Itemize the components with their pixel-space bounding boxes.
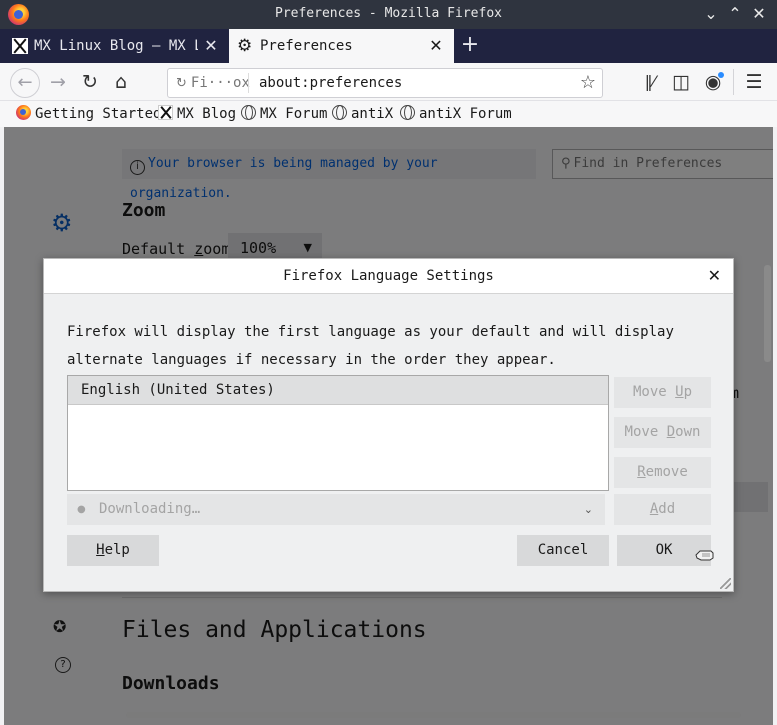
notification-dot xyxy=(718,72,724,78)
back-button[interactable]: ← xyxy=(10,68,40,98)
dialog-close-icon[interactable]: ✕ xyxy=(708,267,721,285)
dialog-titlebar: Firefox Language Settings ✕ xyxy=(44,259,733,294)
navigation-toolbar: ← → ↻ ⌂ ↻ Fi···ox about:preferences ☆ ‖⁄ … xyxy=(0,63,777,101)
window-title: Preferences - Mozilla Firefox xyxy=(275,6,502,21)
move-down-button[interactable]: Move Down xyxy=(614,417,711,448)
dialog-description: Firefox will display the first language … xyxy=(67,324,674,368)
close-tab-icon[interactable]: ✕ xyxy=(427,37,445,55)
bookmarks-bar: Getting Started MX Blog MX Forum antiX a… xyxy=(0,101,777,127)
bookmark-star-icon[interactable]: ☆ xyxy=(580,72,596,93)
dialog-title: Firefox Language Settings xyxy=(283,268,494,284)
tab-label: Preferences xyxy=(260,38,353,54)
bookmark-antix-forum[interactable]: antiX Forum xyxy=(400,105,512,122)
help-button[interactable]: Help xyxy=(67,535,159,566)
ok-label: OK xyxy=(655,542,673,558)
resize-grip[interactable] xyxy=(720,578,731,589)
bookmark-label: MX Blog xyxy=(177,106,237,122)
bookmark-label: MX Forum xyxy=(260,106,328,122)
remove-label: Remove xyxy=(637,464,688,480)
window-titlebar: Preferences - Mozilla Firefox ⌄ ⌃ ✕ xyxy=(0,0,777,29)
globe-icon xyxy=(332,105,347,120)
hand-cursor-icon xyxy=(695,550,714,561)
gear-icon: ⚙ xyxy=(237,36,253,56)
help-label: Help xyxy=(96,542,130,558)
toolbar-separator xyxy=(733,69,734,95)
move-up-label: Move Up xyxy=(632,384,693,400)
move-down-label: Move Down xyxy=(624,424,701,440)
globe-icon xyxy=(241,105,256,120)
close-window-button[interactable]: ✕ xyxy=(749,4,769,24)
globe-icon xyxy=(400,105,415,120)
horizontal-scrollbar[interactable] xyxy=(126,712,741,718)
bookmark-label: Getting Started xyxy=(35,106,162,122)
url-separator xyxy=(248,73,249,93)
identity-label: Fi···ox xyxy=(190,75,250,91)
bookmark-antix[interactable]: antiX xyxy=(332,105,393,122)
language-list[interactable]: English (United States) xyxy=(67,375,609,491)
tab-mx-linux-blog[interactable]: MX Linux Blog – MX Linux ✕ xyxy=(0,29,228,63)
add-label: Add xyxy=(649,501,676,517)
maximize-button[interactable]: ⌃ xyxy=(725,4,745,24)
reload-identity-icon: ↻ xyxy=(176,76,187,91)
tab-strip: MX Linux Blog – MX Linux ✕ ⚙ Preferences… xyxy=(0,29,777,63)
add-button[interactable]: Add xyxy=(614,494,711,525)
close-tab-icon[interactable]: ✕ xyxy=(202,37,220,55)
sidebar-toggle-icon[interactable]: ◫ xyxy=(669,71,693,95)
bullet-icon: ● xyxy=(77,504,86,515)
home-button[interactable]: ⌂ xyxy=(109,71,133,95)
minimize-button[interactable]: ⌄ xyxy=(701,4,721,24)
reload-button[interactable]: ↻ xyxy=(78,71,102,95)
firefox-icon xyxy=(16,105,31,120)
cancel-label: Cancel xyxy=(537,542,589,558)
identity-box[interactable]: ↻ Fi···ox xyxy=(176,75,250,91)
bookmark-mx-forum[interactable]: MX Forum xyxy=(241,105,327,122)
url-text[interactable]: about:preferences xyxy=(259,75,402,91)
move-up-button[interactable]: Move Up xyxy=(614,377,711,408)
language-list-item[interactable]: English (United States) xyxy=(68,376,608,405)
tab-label: MX Linux Blog – MX Linux xyxy=(34,38,198,54)
add-language-select[interactable]: ● Downloading… ⌄ xyxy=(67,494,605,525)
menu-icon[interactable]: ☰ xyxy=(742,71,766,95)
bookmark-label: antiX xyxy=(351,106,394,122)
bookmark-label: antiX Forum xyxy=(419,106,512,122)
url-bar[interactable]: ↻ Fi···ox about:preferences ☆ xyxy=(167,68,603,98)
forward-button[interactable]: → xyxy=(46,71,70,95)
add-language-select-value: Downloading… xyxy=(99,501,201,517)
new-tab-button[interactable]: + xyxy=(458,33,482,57)
remove-button[interactable]: Remove xyxy=(614,457,711,488)
chevron-down-icon: ⌄ xyxy=(583,503,593,516)
mx-logo-icon xyxy=(12,38,28,54)
library-icon[interactable]: ‖⁄ xyxy=(638,71,662,95)
cancel-button[interactable]: Cancel xyxy=(517,535,609,566)
language-settings-dialog: Firefox Language Settings ✕ Firefox will… xyxy=(43,258,734,592)
mx-logo-icon xyxy=(158,105,173,120)
vertical-scrollbar[interactable] xyxy=(764,265,771,362)
tab-preferences[interactable]: ⚙ Preferences ✕ xyxy=(229,29,454,63)
bookmark-getting-started[interactable]: Getting Started xyxy=(16,105,161,122)
bookmark-mx-blog[interactable]: MX Blog xyxy=(158,105,236,122)
